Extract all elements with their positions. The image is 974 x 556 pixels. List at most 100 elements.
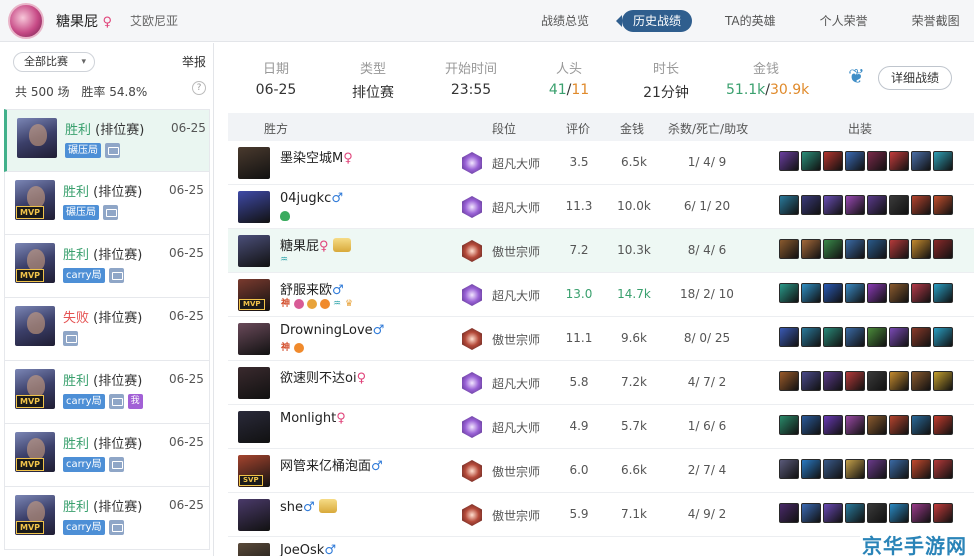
- item-icon[interactable]: [933, 195, 953, 215]
- item-icon[interactable]: [933, 151, 953, 171]
- item-icon[interactable]: [845, 239, 865, 259]
- lotus-icon[interactable]: ❦: [848, 64, 868, 90]
- item-icon[interactable]: [801, 327, 821, 347]
- item-icon[interactable]: [823, 503, 843, 523]
- item-icon[interactable]: [889, 239, 909, 259]
- item-icon[interactable]: [779, 415, 799, 435]
- player-name[interactable]: 04jugkc♂: [280, 191, 343, 206]
- item-icon[interactable]: [779, 327, 799, 347]
- item-icon[interactable]: [845, 503, 865, 523]
- item-icon[interactable]: [933, 503, 953, 523]
- item-icon[interactable]: [933, 371, 953, 391]
- item-icon[interactable]: [933, 459, 953, 479]
- item-icon[interactable]: [823, 459, 843, 479]
- item-icon[interactable]: [889, 195, 909, 215]
- player-name[interactable]: 网管来亿桶泡面♂: [280, 455, 383, 474]
- match-list-item[interactable]: MVP 胜利 (排位赛) 06-25 碾压局: [4, 172, 210, 235]
- item-icon[interactable]: [911, 151, 931, 171]
- item-icon[interactable]: [889, 503, 909, 523]
- match-list-item[interactable]: 失败 (排位赛) 06-25: [4, 298, 210, 361]
- image-icon[interactable]: [105, 143, 120, 158]
- tab-honors[interactable]: 个人荣誉: [809, 10, 879, 32]
- item-icon[interactable]: [911, 239, 931, 259]
- table-row[interactable]: 墨染空城M♀ 超凡大师 3.5 6.5k 1/ 4/ 9: [228, 141, 974, 185]
- tab-honor-screenshots[interactable]: 荣誉截图: [901, 10, 971, 32]
- item-icon[interactable]: [889, 283, 909, 303]
- item-icon[interactable]: [911, 371, 931, 391]
- item-icon[interactable]: [845, 151, 865, 171]
- table-row[interactable]: 糖果屁♀ ♒ 傲世宗师 7.2 10.3k 8/ 4/ 6: [228, 229, 974, 273]
- champion-icon[interactable]: [238, 543, 270, 556]
- item-icon[interactable]: [779, 195, 799, 215]
- image-icon[interactable]: [103, 205, 118, 220]
- image-icon[interactable]: [108, 394, 124, 409]
- item-icon[interactable]: [911, 327, 931, 347]
- item-icon[interactable]: [867, 151, 887, 171]
- item-icon[interactable]: [779, 239, 799, 259]
- item-icon[interactable]: [845, 415, 865, 435]
- item-icon[interactable]: [823, 151, 843, 171]
- champion-icon[interactable]: [238, 367, 270, 399]
- item-icon[interactable]: [823, 327, 843, 347]
- champion-icon[interactable]: SVP: [238, 455, 270, 487]
- match-list-item[interactable]: MVP 胜利 (排位赛) 06-25 carry局: [4, 424, 210, 487]
- item-icon[interactable]: [801, 239, 821, 259]
- item-icon[interactable]: [823, 371, 843, 391]
- champion-icon[interactable]: MVP: [238, 279, 270, 311]
- item-icon[interactable]: [823, 239, 843, 259]
- table-row[interactable]: MVP 舒服来欧♂ 神 ♒ ♛ 超凡大师 13.0 14.7k 18/ 2/ 10: [228, 273, 974, 317]
- item-icon[interactable]: [801, 283, 821, 303]
- item-icon[interactable]: [867, 283, 887, 303]
- item-icon[interactable]: [845, 371, 865, 391]
- item-icon[interactable]: [845, 459, 865, 479]
- item-icon[interactable]: [801, 151, 821, 171]
- item-icon[interactable]: [911, 283, 931, 303]
- item-icon[interactable]: [779, 459, 799, 479]
- player-name[interactable]: 舒服来欧♂: [280, 279, 344, 298]
- champion-icon[interactable]: [238, 147, 270, 179]
- item-icon[interactable]: [779, 283, 799, 303]
- item-icon[interactable]: [867, 503, 887, 523]
- item-icon[interactable]: [823, 195, 843, 215]
- item-icon[interactable]: [779, 371, 799, 391]
- player-name[interactable]: 糖果屁♀: [280, 235, 351, 254]
- table-row[interactable]: 04jugkc♂ 超凡大师 11.3 10.0k 6/ 1/ 20: [228, 185, 974, 229]
- table-row[interactable]: 欲速则不达oi♀ 超凡大师 5.8 7.2k 4/ 7/ 2: [228, 361, 974, 405]
- item-icon[interactable]: [845, 327, 865, 347]
- item-icon[interactable]: [889, 371, 909, 391]
- item-icon[interactable]: [911, 415, 931, 435]
- image-icon[interactable]: [108, 457, 124, 472]
- champion-icon[interactable]: [238, 191, 270, 223]
- item-icon[interactable]: [779, 503, 799, 523]
- item-icon[interactable]: [867, 239, 887, 259]
- item-icon[interactable]: [911, 503, 931, 523]
- item-icon[interactable]: [933, 239, 953, 259]
- user-avatar[interactable]: [8, 3, 44, 39]
- item-icon[interactable]: [889, 327, 909, 347]
- player-name[interactable]: 欲速则不达oi♀: [280, 367, 366, 386]
- match-list-item[interactable]: MVP 胜利 (排位赛) 06-25 carry局: [4, 235, 210, 298]
- player-name[interactable]: Monlight♀: [280, 411, 346, 426]
- player-name[interactable]: DrowningLove♂: [280, 323, 384, 338]
- champion-icon[interactable]: [238, 323, 270, 355]
- item-icon[interactable]: [867, 371, 887, 391]
- match-list-item[interactable]: MVP 胜利 (排位赛) 06-25 carry局: [4, 487, 210, 550]
- player-name[interactable]: she♂: [280, 499, 337, 515]
- item-icon[interactable]: [933, 327, 953, 347]
- report-link[interactable]: 举报: [182, 53, 206, 70]
- tab-history[interactable]: 历史战绩: [616, 10, 693, 32]
- image-icon[interactable]: [108, 268, 124, 283]
- item-icon[interactable]: [889, 415, 909, 435]
- item-icon[interactable]: [889, 459, 909, 479]
- tab-overview[interactable]: 战绩总览: [530, 10, 600, 32]
- match-filter-dropdown[interactable]: 全部比赛 ▾: [13, 52, 95, 72]
- item-icon[interactable]: [845, 195, 865, 215]
- champion-icon[interactable]: [238, 411, 270, 443]
- item-icon[interactable]: [867, 415, 887, 435]
- item-icon[interactable]: [845, 283, 865, 303]
- player-name[interactable]: 墨染空城M♀: [280, 147, 353, 166]
- table-row[interactable]: Monlight♀ 超凡大师 4.9 5.7k 1/ 6/ 6: [228, 405, 974, 449]
- image-icon[interactable]: [108, 520, 124, 535]
- item-icon[interactable]: [867, 195, 887, 215]
- item-icon[interactable]: [779, 151, 799, 171]
